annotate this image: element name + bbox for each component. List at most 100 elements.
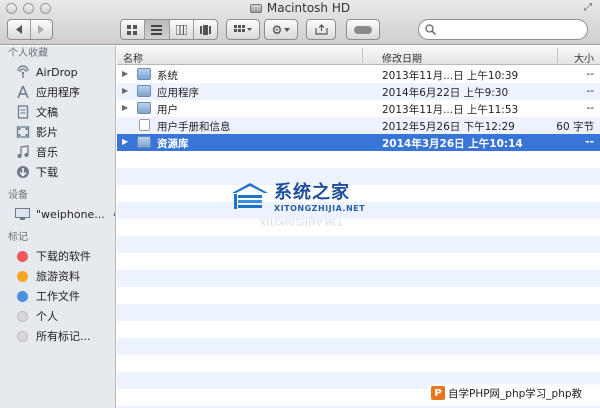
orange-tag-dot-icon (17, 270, 28, 282)
file-size: -- (586, 68, 594, 80)
music-icon (15, 145, 30, 160)
column-separator[interactable] (362, 48, 363, 63)
downloads-icon (15, 165, 30, 180)
sidebar-heading-devices: 设备 (8, 190, 28, 201)
sidebar-tag-work[interactable]: 工作文件 (0, 286, 115, 306)
red-tag-dot-icon (17, 250, 28, 262)
watermark-subtitle: XITONGZHIJIA.NET (274, 204, 366, 213)
sidebar-item-label: 文稿 (36, 106, 58, 119)
watermark-reflection: XITONGZHIJIA.NET (260, 216, 343, 226)
sidebar-item-label: 音乐 (36, 146, 58, 159)
file-size: -- (585, 136, 594, 148)
applications-icon (15, 85, 30, 100)
action-gear-button[interactable]: ⚙ (264, 19, 298, 40)
sidebar-item-label: AirDrop (36, 65, 78, 79)
disclosure-triangle-icon[interactable]: ▶ (122, 69, 128, 78)
column-view-button[interactable] (170, 20, 194, 39)
movies-icon (15, 125, 30, 140)
sidebar-item-applications[interactable]: 应用程序 (0, 82, 115, 102)
coverflow-view-icon (199, 24, 211, 35)
php-watermark-text: 自学PHP网_php学习_php教 (448, 387, 583, 400)
gray-tag-dot-icon (17, 330, 28, 342)
sidebar-tag-downloaded-software[interactable]: 下载的软件 (0, 246, 115, 266)
list-view-icon (151, 24, 163, 35)
column-header-name[interactable]: 名称 (123, 50, 143, 65)
sidebar-item-label: 影片 (36, 126, 58, 139)
file-date: 2013年11月...日 上午11:53 (382, 104, 519, 116)
disclosure-triangle-icon[interactable]: ▶ (122, 137, 128, 146)
share-button[interactable] (306, 19, 336, 40)
file-size: -- (586, 85, 594, 97)
table-row-selected[interactable]: ▶ 资源库 2014年3月26日 上午10:14 -- (117, 134, 600, 151)
tag-icon (354, 25, 372, 34)
sidebar-item-airdrop[interactable]: AirDrop (0, 62, 115, 82)
chevron-left-icon (15, 25, 22, 34)
sidebar-item-documents[interactable]: 文稿 (0, 102, 115, 122)
watermark-title: 系统之家 (274, 182, 350, 203)
file-name: 系统 (157, 70, 178, 82)
column-header-date[interactable]: 修改日期 (382, 50, 422, 65)
column-header-size[interactable]: 大小 (574, 50, 594, 65)
disclosure-triangle-icon[interactable]: ▶ (122, 86, 128, 95)
icon-view-icon (127, 24, 138, 35)
computer-icon (15, 207, 30, 222)
arrange-button[interactable] (226, 19, 260, 40)
sidebar-item-label: 个人 (36, 310, 58, 323)
table-row[interactable]: ▶ 系统 2013年11月...日 上午10:39 -- (117, 66, 600, 83)
search-field[interactable] (418, 19, 588, 40)
sidebar-tag-all[interactable]: 所有标记... (0, 326, 115, 346)
chevron-down-icon (284, 27, 291, 32)
folder-icon (137, 85, 151, 97)
view-mode-selector (120, 19, 218, 40)
sidebar-item-downloads[interactable]: 下载 (0, 162, 115, 182)
document-icon (139, 119, 150, 131)
file-rows: ▶ 系统 2013年11月...日 上午10:39 -- ▶ 应用程序 2014… (117, 66, 600, 151)
sidebar-item-label: 下载 (36, 166, 58, 179)
icon-view-button[interactable] (121, 20, 146, 39)
fullscreen-icon[interactable]: ⤢ (582, 2, 594, 14)
table-row[interactable]: ▶ 用户 2013年11月...日 上午11:53 -- (117, 100, 600, 117)
sidebar-item-movies[interactable]: 影片 (0, 122, 115, 142)
folder-icon (137, 102, 151, 114)
php-watermark: P 自学PHP网_php学习_php教 (428, 384, 600, 402)
sidebar: 个人收藏 AirDrop 应用程序 文稿 影片 音乐 下载 设备 "weipho… (0, 46, 116, 408)
list-view-button[interactable] (145, 20, 170, 39)
forward-button[interactable] (31, 20, 53, 39)
table-row[interactable]: 用户手册和信息 2012年5月26日 下午12:29 60 字节 (117, 117, 600, 134)
sidebar-heading-tags: 标记 (8, 232, 28, 243)
folder-icon (137, 68, 151, 80)
share-icon (314, 24, 328, 35)
gear-icon: ⚙ (271, 22, 283, 37)
eject-icon[interactable]: ⏏ (113, 209, 115, 219)
sidebar-item-label: 应用程序 (36, 86, 80, 99)
column-separator[interactable] (557, 48, 558, 63)
disclosure-triangle-icon[interactable]: ▶ (122, 103, 128, 112)
tag-button[interactable] (346, 19, 380, 40)
sidebar-tag-personal[interactable]: 个人 (0, 306, 115, 326)
sidebar-heading-favorites: 个人收藏 (8, 48, 48, 59)
gray-tag-dot-icon (17, 310, 28, 322)
window-toolbar: Macintosh HD ⤢ ⚙ (0, 0, 600, 45)
coverflow-view-button[interactable] (194, 20, 217, 39)
file-date: 2012年5月26日 下午12:29 (382, 121, 515, 133)
sidebar-item-label: 工作文件 (36, 290, 80, 303)
sidebar-item-label: 下载的软件 (36, 250, 91, 263)
php-logo-icon: P (431, 386, 445, 400)
file-date: 2014年3月26日 上午10:14 (382, 138, 523, 150)
site-watermark: 系统之家 XITONGZHIJIA.NET (230, 178, 365, 213)
window-title: Macintosh HD (0, 1, 600, 15)
file-list: 名称 修改日期 大小 ▶ 系统 2013年11月...日 上午10:39 -- … (117, 46, 600, 408)
file-name: 用户 (157, 104, 178, 116)
sidebar-item-computer[interactable]: "weiphone... ⏏ (0, 204, 115, 224)
search-input[interactable] (440, 23, 580, 36)
table-row[interactable]: ▶ 应用程序 2014年6月22日 上午9:30 -- (117, 83, 600, 100)
airdrop-icon (15, 65, 30, 80)
file-size: 60 字节 (556, 121, 594, 133)
documents-icon (15, 105, 30, 120)
watermark-logo-icon (232, 182, 268, 209)
sidebar-item-music[interactable]: 音乐 (0, 142, 115, 162)
sidebar-item-label: "weiphone... (36, 207, 105, 221)
back-button[interactable] (8, 20, 31, 39)
file-size: -- (586, 102, 594, 114)
sidebar-tag-travel[interactable]: 旅游资料 (0, 266, 115, 286)
